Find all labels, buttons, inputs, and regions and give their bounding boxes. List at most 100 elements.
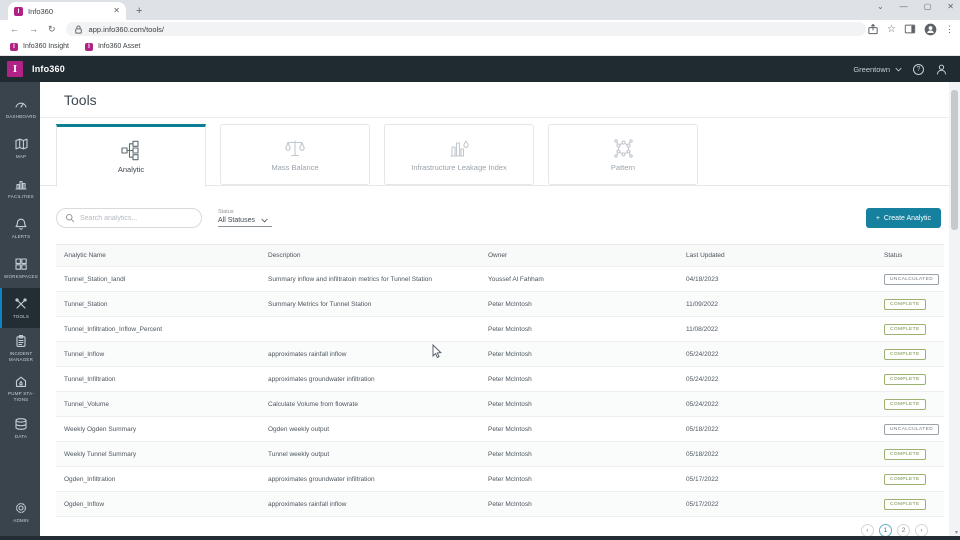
scrollbar-down-arrow[interactable]: ▾ bbox=[955, 529, 958, 536]
back-icon[interactable]: ← bbox=[10, 24, 19, 34]
pagination-page-2[interactable]: 2 bbox=[897, 523, 910, 537]
sidebar-item-pump-stations[interactable]: PUMP STA-TIONS bbox=[0, 368, 40, 408]
column-header-status[interactable]: Status bbox=[884, 252, 944, 259]
sidebar-item-label: INCIDENT MANAGER bbox=[8, 350, 34, 362]
analytic-description: Tunnel weekly output bbox=[268, 450, 330, 458]
analytic-description: Summary Metrics for Tunnel Station bbox=[268, 300, 372, 308]
profile-avatar-icon[interactable] bbox=[924, 23, 937, 36]
app-brand: Info360 bbox=[32, 64, 65, 74]
analytic-last-updated: 11/09/2022 bbox=[686, 300, 719, 308]
forward-icon[interactable]: → bbox=[29, 24, 38, 34]
status-badge: COMPLETE bbox=[884, 298, 926, 310]
column-header-last-updated[interactable]: Last Updated bbox=[686, 252, 884, 259]
sidebar-item-incident-manager[interactable]: INCIDENT MANAGER bbox=[0, 328, 40, 368]
sidebar-item-data[interactable]: DATA bbox=[0, 408, 40, 448]
workspaces-icon bbox=[15, 258, 27, 270]
search-box[interactable] bbox=[56, 208, 202, 228]
scrollbar-track[interactable]: ▾ bbox=[949, 82, 960, 540]
table-row[interactable]: Tunnel_Volume Calculate Volume from flow… bbox=[56, 392, 944, 417]
window-close-icon[interactable]: ✕ bbox=[947, 2, 954, 11]
analytic-last-updated: 05/24/2022 bbox=[686, 375, 719, 383]
url-field[interactable]: app.info360.com/tools/ bbox=[65, 22, 866, 36]
window-maximize-icon[interactable]: ▢ bbox=[924, 2, 932, 11]
bookmark-info360-insight[interactable]: I Info360 Insight bbox=[10, 42, 69, 51]
sidebar-item-admin[interactable]: ADMIN bbox=[0, 492, 40, 532]
table-row[interactable]: Tunnel_Station_IandI Summary inflow and … bbox=[56, 267, 944, 292]
scrollbar-thumb[interactable] bbox=[951, 90, 958, 230]
bookmark-favicon: I bbox=[10, 42, 18, 51]
tab-pattern[interactable]: Pattern bbox=[548, 124, 698, 185]
analytic-owner: Peter McIntosh bbox=[488, 425, 532, 433]
tools-icon bbox=[15, 298, 27, 309]
pagination-page-1[interactable]: 1 bbox=[879, 523, 892, 537]
status-badge: COMPLETE bbox=[884, 323, 926, 335]
status-filter[interactable]: Status All Statuses bbox=[218, 209, 272, 227]
sidebar-item-label: PUMP STA-TIONS bbox=[8, 390, 34, 402]
sidebar-item-map[interactable]: MAP bbox=[0, 128, 40, 168]
analytic-name[interactable]: Tunnel_Inflow bbox=[64, 351, 268, 358]
window-minimize-icon[interactable]: — bbox=[900, 2, 908, 11]
new-tab-button[interactable]: + bbox=[136, 5, 142, 17]
tab-analytic[interactable]: Analytic bbox=[56, 124, 206, 187]
user-icon[interactable] bbox=[935, 63, 948, 76]
browser-tab[interactable]: I Info360 ✕ bbox=[8, 2, 126, 20]
analytic-description: approximates groundwater infiltration bbox=[268, 475, 375, 483]
sidebar-item-alerts[interactable]: ALERTS bbox=[0, 208, 40, 248]
sidebar-item-label: ADMIN bbox=[13, 517, 29, 523]
column-header-description[interactable]: Description bbox=[268, 252, 488, 259]
analytic-name[interactable]: Ogden_Infiltration bbox=[64, 476, 268, 483]
tenant-selector[interactable]: Greentown bbox=[853, 65, 902, 74]
bookmark-info360-asset[interactable]: I Info360 Asset bbox=[84, 42, 140, 51]
tab-infrastructure-leakage-index[interactable]: Infrastructure Leakage Index bbox=[384, 124, 534, 185]
table-row[interactable]: Tunnel_Station Summary Metrics for Tunne… bbox=[56, 292, 944, 317]
side-panel-icon[interactable] bbox=[904, 23, 916, 35]
analytic-description: approximates rainfall inflow bbox=[268, 500, 347, 508]
table-row[interactable]: Tunnel_Inflow approximates rainfall infl… bbox=[56, 342, 944, 367]
table-row[interactable]: Weekly Ogden Summary Ogden weekly output… bbox=[56, 417, 944, 442]
column-header-analytic-name[interactable]: Analytic Name bbox=[64, 252, 268, 259]
analytic-name[interactable]: Weekly Tunnel Summary bbox=[64, 451, 268, 458]
refresh-icon[interactable]: ↻ bbox=[48, 24, 56, 35]
analytic-name[interactable]: Tunnel_Station_IandI bbox=[64, 276, 268, 283]
pattern-network-icon bbox=[613, 138, 633, 158]
sidebar-item-tools[interactable]: TOOLS bbox=[0, 288, 40, 328]
analytic-name[interactable]: Tunnel_Infiltration bbox=[64, 376, 268, 383]
table-row[interactable]: Tunnel_Infiltration_Inflow_Percent Peter… bbox=[56, 317, 944, 342]
pagination-next-button[interactable]: › bbox=[915, 523, 928, 537]
tab-close-icon[interactable]: ✕ bbox=[113, 7, 120, 15]
analytic-name[interactable]: Weekly Ogden Summary bbox=[64, 426, 268, 433]
create-analytic-button[interactable]: + Create Analytic bbox=[865, 208, 941, 228]
sidebar-item-label: DATA bbox=[14, 433, 28, 439]
pagination-prev-button[interactable]: ‹ bbox=[861, 523, 874, 537]
analytic-name[interactable]: Tunnel_Infiltration_Inflow_Percent bbox=[64, 326, 268, 333]
share-icon[interactable] bbox=[867, 23, 879, 35]
analytic-last-updated: 04/18/2023 bbox=[686, 275, 719, 283]
map-icon bbox=[15, 138, 28, 150]
table-row[interactable]: Ogden_Infiltration approximates groundwa… bbox=[56, 467, 944, 492]
analytic-name[interactable]: Tunnel_Volume bbox=[64, 401, 268, 408]
analytic-description: Ogden weekly output bbox=[268, 425, 330, 433]
analytic-name[interactable]: Ogden_Inflow bbox=[64, 501, 268, 508]
table-row[interactable]: Weekly Tunnel Summary Tunnel weekly outp… bbox=[56, 442, 944, 467]
status-badge: UNCALCULATED bbox=[884, 423, 940, 435]
status-badge: COMPLETE bbox=[884, 373, 926, 385]
url-text: app.info360.com/tools/ bbox=[88, 24, 165, 34]
analytic-name[interactable]: Tunnel_Station bbox=[64, 301, 268, 308]
tab-mass-balance[interactable]: Mass Balance bbox=[220, 124, 370, 185]
sidebar-item-facilities[interactable]: FACILITIES bbox=[0, 168, 40, 208]
analytic-owner: Peter McIntosh bbox=[488, 500, 532, 508]
help-icon[interactable]: ? bbox=[913, 63, 924, 75]
table-row[interactable]: Tunnel_Infiltration approximates groundw… bbox=[56, 367, 944, 392]
search-input[interactable] bbox=[80, 214, 190, 222]
status-badge: COMPLETE bbox=[884, 498, 926, 510]
app-logo: I bbox=[7, 61, 23, 77]
sidebar-item-workspaces[interactable]: WORKSPACES bbox=[0, 248, 40, 288]
kebab-menu-icon[interactable]: ⋮ bbox=[945, 24, 954, 35]
bookmark-star-icon[interactable]: ☆ bbox=[887, 24, 896, 35]
app-header: I Info360 Greentown ? bbox=[0, 56, 960, 82]
sidebar-item-dashboard[interactable]: DASHBOARD bbox=[0, 88, 40, 128]
analytic-last-updated: 05/24/2022 bbox=[686, 400, 719, 408]
column-header-owner[interactable]: Owner bbox=[488, 252, 686, 259]
window-menu-icon[interactable]: ⌄ bbox=[877, 2, 884, 11]
table-row[interactable]: Ogden_Inflow approximates rainfall inflo… bbox=[56, 492, 944, 517]
